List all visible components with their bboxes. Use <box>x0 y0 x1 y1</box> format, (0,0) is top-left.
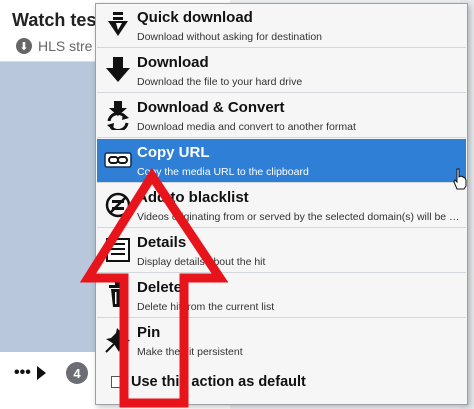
selected-hit-row[interactable] <box>0 62 96 352</box>
menu-item-desc: Download without asking for destination <box>137 31 323 43</box>
menu-item-label: Copy URL <box>137 144 210 161</box>
more-actions-button[interactable]: ••• <box>14 364 46 382</box>
menu-item-delete[interactable]: Delete Delete hit from the current list <box>97 274 466 318</box>
menu-item-copy-url[interactable]: Copy URL Copy the media URL to the clipb… <box>97 139 466 183</box>
count-badge: 4 <box>66 362 88 384</box>
download-arrow-icon <box>106 57 130 82</box>
menu-item-download-convert[interactable]: Download & Convert Download media and co… <box>97 94 466 138</box>
menu-item-desc: Copy the media URL to the clipboard <box>137 166 309 178</box>
menu-footer: Use this action as default <box>97 365 466 403</box>
menu-item-desc: Videos originating from or served by the… <box>137 211 461 223</box>
menu-item-label: Details <box>137 234 187 251</box>
pin-icon <box>105 328 130 353</box>
menu-item-label: Download <box>137 54 209 71</box>
default-action-checkbox[interactable] <box>111 376 123 388</box>
menu-item-add-blacklist[interactable]: Add to blacklist Videos originating from… <box>97 184 466 228</box>
blacklist-icon <box>105 192 131 218</box>
hit-title: Watch tes <box>12 10 97 30</box>
more-dots-icon: ••• <box>14 364 31 381</box>
menu-item-pin[interactable]: Pin Make the hit persistent <box>97 319 466 363</box>
menu-item-quick-download[interactable]: Quick download Download without asking f… <box>97 4 466 48</box>
menu-item-label: Delete <box>137 279 183 296</box>
menu-item-label: Quick download <box>137 9 253 26</box>
details-icon <box>106 238 130 262</box>
default-action-label[interactable]: Use this action as default <box>131 374 306 390</box>
download-circle-icon: ⬇ <box>16 38 32 54</box>
quick-download-icon <box>108 12 128 36</box>
menu-item-download[interactable]: Download Download the file to your hard … <box>97 49 466 93</box>
menu-item-desc: Download media and convert to another fo… <box>137 121 356 133</box>
menu-item-desc: Delete hit from the current list <box>137 301 275 313</box>
menu-item-details[interactable]: Details Display details about the hit <box>97 229 466 273</box>
hand-cursor-icon <box>453 168 467 190</box>
play-icon <box>36 366 46 380</box>
link-icon <box>104 152 132 168</box>
hit-subtitle-text: HLS stre <box>38 38 93 54</box>
action-menu: Quick download Download without asking f… <box>95 3 468 405</box>
menu-item-desc: Download the file to your hard drive <box>137 76 303 88</box>
menu-item-desc: Make the hit persistent <box>137 346 243 358</box>
hit-subtitle: ⬇ HLS stre <box>16 38 92 54</box>
menu-item-desc: Display details about the hit <box>137 256 266 268</box>
download-convert-icon <box>107 101 129 130</box>
menu-item-label: Pin <box>137 324 161 341</box>
trash-icon <box>109 282 127 307</box>
menu-item-label: Add to blacklist <box>137 189 249 206</box>
menu-item-label: Download & Convert <box>137 99 285 116</box>
